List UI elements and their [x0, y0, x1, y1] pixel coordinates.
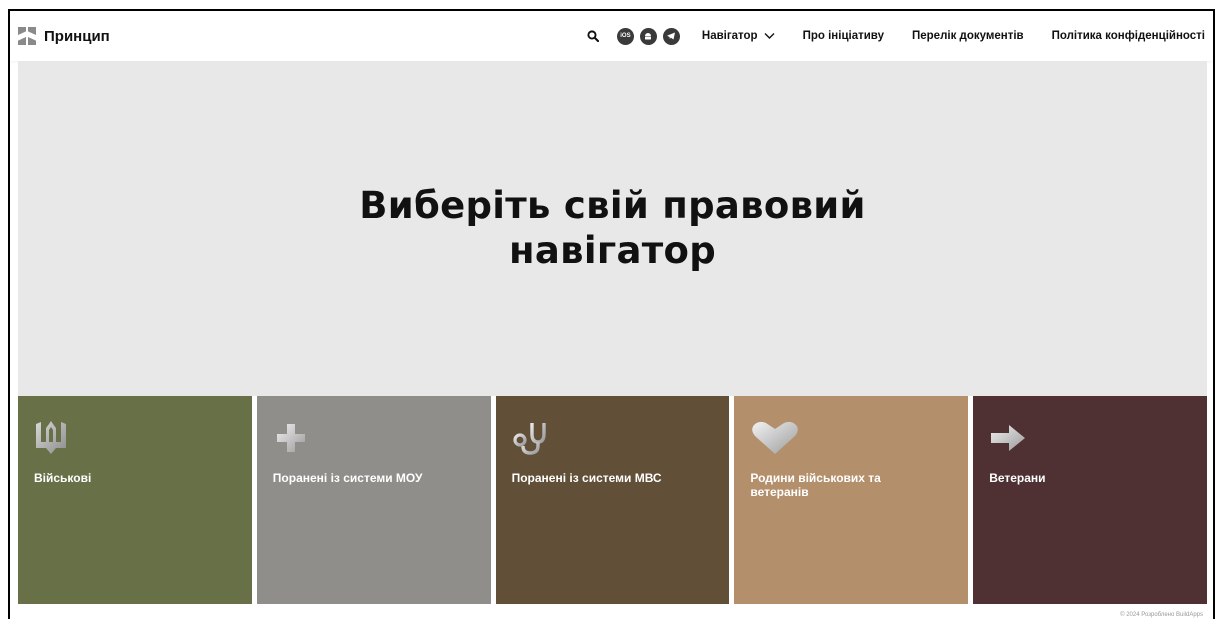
tile-veterans-label: Ветерани [989, 471, 1046, 485]
ios-icon[interactable]: iOS [616, 27, 634, 45]
stethoscope-icon [512, 420, 552, 460]
top-navigation-bar: Принцип iOS Навігатор Про ініціативу Пер… [10, 11, 1213, 61]
nav-about-link[interactable]: Про ініціативу [803, 30, 884, 42]
tile-wounded-mou-label: Поранені із системи МОУ [272, 471, 423, 485]
tile-military-label: Військові [34, 471, 92, 485]
hero-section: Виберіть свій правовий навігатор [18, 61, 1207, 396]
tile-families-label: Родини військових та ветеранів [750, 471, 881, 499]
heart-icon [750, 420, 802, 460]
trident-icon [34, 420, 74, 460]
tile-wounded-mvs-label: Поранені із системи МВС [511, 471, 662, 485]
telegram-icon[interactable] [662, 27, 680, 45]
footer-copyright: © 2024 Розроблено BuildApps [1120, 612, 1203, 618]
logo-mark-icon [18, 27, 36, 45]
nav-documents-link[interactable]: Перелік документів [912, 30, 1024, 42]
arrow-right-icon [989, 420, 1029, 460]
main-nav: iOS Навігатор Про ініціативу Перелік док… [583, 26, 1205, 46]
android-icon[interactable] [639, 27, 657, 45]
nav-navigator-dropdown[interactable]: Навігатор [702, 30, 775, 42]
cross-icon [273, 420, 313, 460]
hero-title: Виберіть свій правовий навігатор [359, 184, 866, 272]
nav-navigator-label: Навігатор [701, 30, 758, 42]
app-links: iOS [616, 27, 680, 45]
nav-privacy-link[interactable]: Політика конфіденційності [1052, 30, 1205, 42]
tile-families[interactable]: Родини військових та ветеранів [734, 396, 969, 604]
search-icon[interactable] [583, 26, 603, 46]
tile-wounded-mou[interactable]: Поранені із системи МОУ [256, 396, 491, 604]
tile-veterans[interactable]: Ветерани [973, 396, 1207, 604]
browser-frame: Принцип iOS Навігатор Про ініціативу Пер… [8, 9, 1215, 619]
logo-text: Принцип [44, 27, 110, 45]
chevron-down-icon [764, 33, 775, 39]
navigator-tiles: Військові Поранені із системи МОУ Поране… [18, 396, 1207, 604]
tile-wounded-mvs[interactable]: Поранені із системи МВС [495, 396, 730, 604]
tile-military[interactable]: Військові [18, 396, 252, 604]
site-logo[interactable]: Принцип [18, 27, 110, 45]
